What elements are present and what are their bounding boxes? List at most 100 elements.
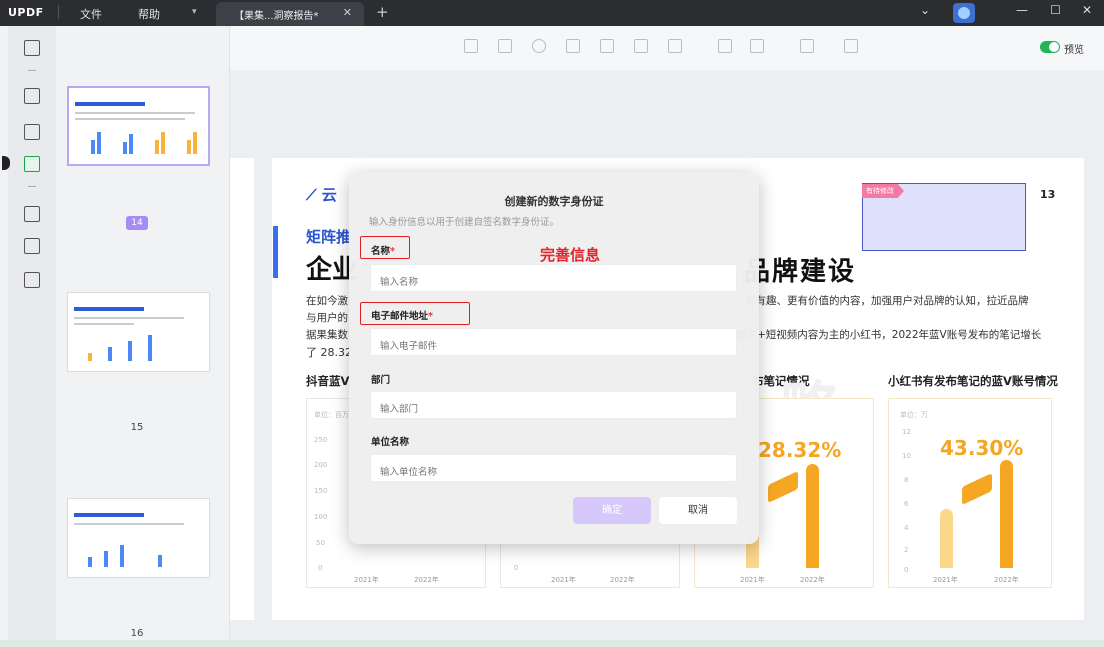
close-window-button[interactable]: ✕ [1082,3,1092,17]
preview-toggle[interactable] [1040,41,1060,53]
dialog-title: 创建新的数字身份证 [504,195,604,208]
chart-bar [806,464,819,568]
document-tab[interactable]: 【果集...洞察报告* ✕ [216,2,364,26]
edit-icon[interactable] [24,124,40,140]
annotation-tag[interactable]: 有待修改 [862,184,904,198]
y-tick: 0 [514,564,519,572]
email-label: 电子邮件地址* [371,308,433,322]
thumb-text [75,112,195,114]
email-input[interactable] [370,328,737,356]
y-tick: 0 [904,566,909,574]
chart-heading: 抖音蓝V [306,374,350,388]
thumb-bar [88,557,92,567]
new-tab-button[interactable]: + [376,3,389,21]
menu-help[interactable]: 帮助 [138,6,160,22]
organization-input[interactable] [370,454,737,482]
title-divider [58,5,59,19]
name-label: 名称* [371,243,395,257]
page-thumbnail-14[interactable] [67,86,210,166]
chart-unit-label: 单位：百万 [314,411,349,419]
thumb-bar [155,140,159,154]
x-tick: 2021年 [354,576,379,584]
form-toolbar [230,26,1104,70]
reader-mode-icon[interactable] [24,40,40,56]
y-tick: 100 [314,513,328,521]
thumb-heading [74,513,144,517]
body-text: 更有趣、更有价值的内容，加强用户对品牌的认知，拉近品牌 [745,295,1029,307]
align-icon[interactable] [800,39,814,53]
y-tick: 0 [318,564,323,572]
document-tab-title: 【果集...洞察报告* [234,11,319,22]
x-tick: 2022年 [610,576,635,584]
thumb-heading [75,102,145,106]
thumb-bar [187,140,191,154]
form-icon[interactable] [24,156,40,172]
app-logo: UPDF [8,6,44,19]
body-text: 图文+短视频内容为主的小红书，2022年蓝V账号发布的笔记增长 [736,329,1042,341]
heading-accent-bar [273,226,278,278]
y-tick: 6 [904,500,909,508]
thumb-bar [193,132,197,154]
menu-file[interactable]: 文件 [80,6,102,22]
signature-field-icon[interactable] [668,39,682,53]
confirm-button[interactable]: 确定 [573,497,651,524]
y-tick: 2 [904,546,909,554]
tab-list-icon[interactable]: ▾ [192,7,197,17]
email-label-text: 电子邮件地址 [371,311,429,322]
organization-label: 单位名称 [371,437,410,448]
x-tick: 2021年 [740,576,765,584]
checkbox-icon[interactable] [498,39,512,53]
page-thumbnail-15[interactable] [67,292,210,372]
thumb-bar [88,353,92,361]
required-mark: * [428,311,433,322]
department-label: 部门 [371,375,391,386]
y-tick: 50 [316,539,325,547]
comment-icon[interactable] [24,88,40,104]
list-box-icon[interactable] [600,39,614,53]
thumb-heading [74,307,144,311]
user-avatar[interactable] [953,3,975,23]
updf-window: UPDF 文件 帮助 ▾ 【果集...洞察报告* ✕ + ⌄ — ☐ ✕ 14 … [0,0,1104,640]
name-input[interactable] [370,264,737,292]
name-label-text: 名称 [371,246,391,257]
thumb-bar [104,551,108,567]
chart-bar [1000,460,1013,568]
image-field-icon[interactable] [750,39,764,53]
page-number: 13 [1040,188,1056,201]
more-tools-icon[interactable] [844,39,858,53]
chart-heading: 小红书有发布笔记的蓝V账号情况 [888,374,1058,388]
close-tab-icon[interactable]: ✕ [343,6,352,19]
preview-label: 预览 [1064,45,1084,56]
expand-icon[interactable]: ⌄ [920,3,930,17]
x-tick: 2022年 [414,576,439,584]
growth-percentage: 43.30% [940,436,1024,460]
page-label: 15 [130,422,144,433]
thumb-text [74,317,184,319]
button-icon[interactable] [634,39,648,53]
page-label: 16 [130,628,144,639]
crop-icon[interactable] [24,238,40,254]
thumb-bar [108,347,112,361]
x-tick: 2022年 [800,576,825,584]
section-title-right: 品牌建设 [744,257,857,287]
y-tick: 10 [902,452,911,460]
y-tick: 8 [904,476,909,484]
dropdown-icon[interactable] [566,39,580,53]
maximize-button[interactable]: ☐ [1050,3,1061,17]
organize-pages-icon[interactable] [24,206,40,222]
department-input[interactable] [370,391,737,419]
x-tick: 2021年 [933,576,958,584]
dialog-description: 输入身份信息以用于创建自签名数字身份证。 [369,217,560,228]
text-field-icon[interactable] [464,39,478,53]
instruction-callout: 完善信息 [540,246,601,264]
minimize-button[interactable]: — [1016,3,1028,17]
y-tick: 150 [314,487,328,495]
y-tick: 200 [314,461,328,469]
cancel-button[interactable]: 取消 [659,497,737,524]
date-field-icon[interactable] [718,39,732,53]
layers-icon[interactable] [24,272,40,288]
thumb-bar [129,134,133,154]
page-thumbnail-16[interactable] [67,498,210,578]
radio-button-icon[interactable] [532,39,546,53]
thumb-text [75,118,185,120]
